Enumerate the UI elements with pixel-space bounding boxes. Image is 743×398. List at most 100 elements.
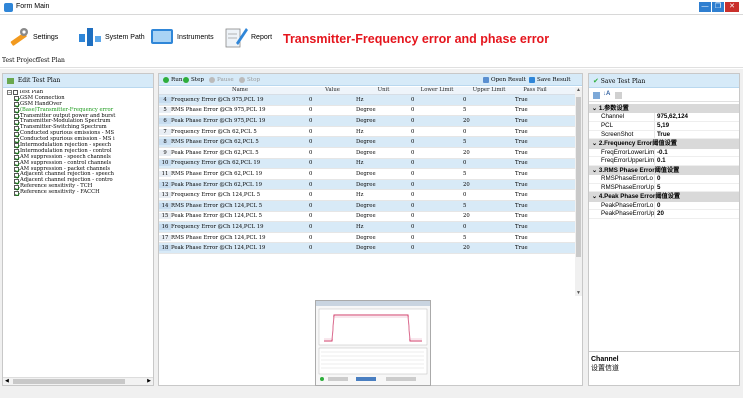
tree-item[interactable]: Reference sensitivity - FACCH: [7, 189, 153, 196]
tree-item-checkbox[interactable]: [14, 114, 19, 119]
property-row[interactable]: PeakPhaseErrorUp 20: [589, 210, 739, 219]
collapse-category-icon[interactable]: ⌄: [592, 167, 599, 174]
tree-item-checkbox[interactable]: [14, 161, 19, 167]
table-row[interactable]: 10 Frequency Error @Ch 62,PCL 19 0 Hz 0 0 True: [159, 158, 575, 170]
tree-item-checkbox[interactable]: [14, 167, 19, 173]
property-value[interactable]: 0: [655, 175, 739, 183]
property-value[interactable]: 0.1: [655, 157, 739, 165]
tree-item-checkbox[interactable]: [14, 125, 19, 131]
property-row[interactable]: RMSPhaseErrorLo 0: [589, 175, 739, 184]
stop-button[interactable]: Stop: [239, 76, 260, 83]
open-result-button[interactable]: Open Result: [483, 76, 526, 83]
property-value[interactable]: 975,62,124: [655, 113, 739, 121]
edit-test-plan-header[interactable]: Edit Test Plan: [3, 74, 153, 88]
step-button[interactable]: Step: [183, 76, 204, 83]
table-row[interactable]: 16 Frequency Error @Ch 124,PCL 19 0 Hz 0 0 Tru…: [159, 222, 575, 233]
tree-item-checkbox[interactable]: [14, 119, 19, 125]
tree-item-checkbox[interactable]: [14, 172, 19, 178]
grid-scroll-thumb[interactable]: [576, 97, 581, 257]
app-icon: [4, 3, 13, 12]
col-header-name[interactable]: Name: [171, 87, 309, 94]
property-value[interactable]: True: [655, 131, 739, 139]
tree-item-checkbox[interactable]: [14, 108, 19, 114]
property-value[interactable]: 5: [655, 184, 739, 192]
property-row[interactable]: ScreenShot True: [589, 130, 739, 140]
property-row[interactable]: RMSPhaseErrorUp 5: [589, 183, 739, 193]
property-value[interactable]: 5,19: [655, 122, 739, 130]
property-pages-icon[interactable]: [615, 92, 622, 99]
tree-item-checkbox[interactable]: [14, 137, 19, 143]
tree-item-checkbox[interactable]: [14, 184, 19, 190]
col-header-pass-fail[interactable]: Pass Fail: [515, 87, 555, 94]
table-row[interactable]: 15 Peak Phase Error @Ch 124,PCL 5 0 Degree 0…: [159, 212, 575, 223]
property-category[interactable]: ⌄ 2.Frequency Error阈值设置: [589, 139, 739, 149]
col-header-value[interactable]: Value: [309, 87, 356, 94]
property-value[interactable]: -0.1: [655, 149, 739, 157]
property-row[interactable]: FreqErrorLowerLim -0.1: [589, 148, 739, 158]
table-row[interactable]: 9 Peak Phase Error @Ch 62,PCL 5 0 Degree 0 20…: [159, 148, 575, 159]
table-row[interactable]: 6 Peak Phase Error @Ch 975,PCL 19 0 Degree 0…: [159, 116, 575, 127]
table-row[interactable]: 4 Frequency Error @Ch 975,PCL 19 0 Hz 0 0 True: [159, 95, 575, 106]
col-header-lower-limit[interactable]: Lower Limit: [411, 87, 463, 94]
save-result-button[interactable]: Save Result: [529, 76, 570, 83]
property-value[interactable]: 0: [655, 202, 739, 210]
tree-item-checkbox[interactable]: [14, 155, 19, 161]
property-row[interactable]: FreqErrorUpperLim 0.1: [589, 157, 739, 166]
table-row[interactable]: 8 RMS Phase Error @Ch 62,PCL 5 0 Degree 0 5 Tr…: [159, 137, 575, 148]
property-category[interactable]: ⌄ 4.Peak Phase Error阈值设置: [589, 192, 739, 202]
tab-test-plan[interactable]: Test Plan: [37, 57, 65, 64]
property-value[interactable]: 20: [655, 210, 739, 218]
table-cell: 13: [159, 192, 171, 199]
property-row[interactable]: PeakPhaseErrorLo 0: [589, 201, 739, 211]
table-row[interactable]: 17 RMS Phase Error @Ch 124,PCL 19 0 Degree 0…: [159, 233, 575, 244]
pause-button[interactable]: Pause: [209, 76, 234, 83]
tree-item-checkbox[interactable]: [14, 178, 19, 184]
collapse-category-icon[interactable]: ⌄: [592, 105, 599, 112]
property-row[interactable]: PCL 5,19: [589, 121, 739, 131]
scroll-right-icon[interactable]: ▶: [147, 378, 151, 384]
collapse-category-icon[interactable]: ⌄: [592, 140, 599, 147]
instruments-button[interactable]: Instruments: [150, 25, 214, 49]
col-header-upper-limit[interactable]: Upper Limit: [463, 87, 515, 94]
grid-vertical-scrollbar[interactable]: ▲ ▼: [575, 87, 582, 296]
report-button[interactable]: Report: [224, 25, 272, 49]
table-row[interactable]: 11 RMS Phase Error @Ch 62,PCL 19 0 Degree 0 5…: [159, 169, 575, 180]
tree-item-checkbox[interactable]: [14, 102, 19, 108]
table-row[interactable]: 5 RMS Phase Error @Ch 975,PCL 19 0 Degree 0 5…: [159, 106, 575, 117]
tree-root-checkbox[interactable]: [13, 90, 18, 96]
collapse-category-icon[interactable]: ⌄: [592, 193, 599, 200]
scroll-down-icon[interactable]: ▼: [576, 290, 581, 296]
scroll-up-icon[interactable]: ▲: [576, 87, 581, 93]
tree-item-checkbox[interactable]: [14, 149, 19, 155]
property-category[interactable]: ⌄ 1.参数设置: [589, 104, 739, 114]
tree-item-checkbox[interactable]: [14, 143, 19, 149]
table-row[interactable]: 12 Peak Phase Error @Ch 62,PCL 19 0 Degree 0…: [159, 179, 575, 191]
table-row[interactable]: 14 RMS Phase Error @Ch 124,PCL 5 0 Degree 0 5…: [159, 200, 575, 212]
save-test-plan-header[interactable]: ✔ Save Test Plan: [589, 74, 739, 88]
maximize-button[interactable]: ❐: [712, 2, 724, 12]
settings-button[interactable]: Settings: [8, 25, 58, 49]
property-category[interactable]: ⌄ 3.RMS Phase Error阈值设置: [589, 165, 739, 176]
categorized-icon[interactable]: [593, 92, 600, 99]
table-cell: Degree: [356, 213, 376, 220]
run-button[interactable]: Run: [163, 76, 182, 83]
tab-test-project[interactable]: Test Project: [2, 57, 38, 64]
horizontal-scrollbar[interactable]: ◀ ▶: [3, 377, 153, 385]
tree-item-checkbox[interactable]: [14, 190, 19, 196]
minimize-button[interactable]: —: [699, 2, 711, 12]
col-header-unit[interactable]: Unit: [356, 87, 411, 94]
system-path-button[interactable]: System Path: [78, 25, 145, 49]
scroll-left-icon[interactable]: ◀: [5, 378, 9, 384]
scroll-thumb[interactable]: [13, 379, 125, 384]
tree-item-checkbox[interactable]: [14, 96, 19, 102]
table-row[interactable]: 13 Frequency Error @Ch 124,PCL 5 0 Hz 0 0 True: [159, 190, 575, 201]
collapse-icon[interactable]: −: [7, 90, 12, 96]
property-row[interactable]: Channel 975,62,124: [589, 113, 739, 122]
close-button[interactable]: ✕: [725, 2, 739, 12]
tree-item-checkbox[interactable]: [14, 131, 19, 137]
table-row[interactable]: 7 Frequency Error @Ch 62,PCL 5 0 Hz 0 0 True: [159, 127, 575, 138]
property-category-title: 1.参数设置: [598, 105, 629, 112]
table-row[interactable]: 18 Peak Phase Error @Ch 124,PCL 19 0 Degree…: [159, 243, 575, 254]
screenshot-preview[interactable]: [315, 300, 431, 386]
alphabetical-icon[interactable]: ↓A: [603, 91, 610, 97]
